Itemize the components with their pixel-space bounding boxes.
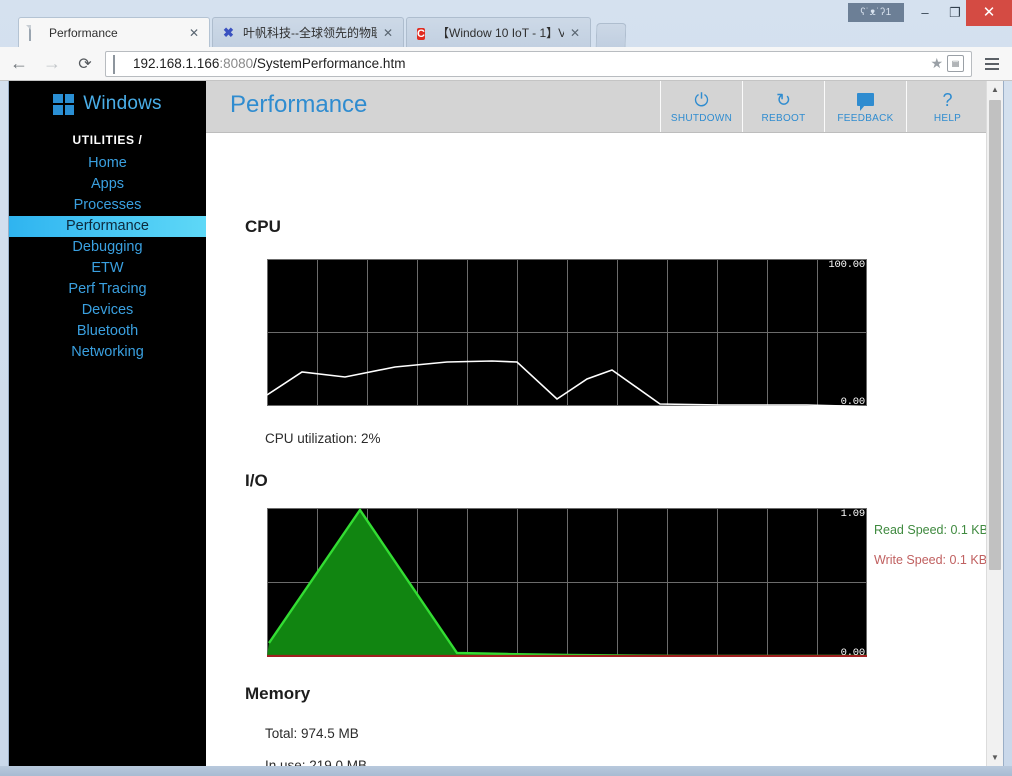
header-actions: ⏻ SHUTDOWN ↻ REBOOT FEEDBACK ? HELP bbox=[660, 81, 988, 132]
browser-menu-icon[interactable] bbox=[978, 50, 1006, 78]
tab-close-icon[interactable]: ✕ bbox=[187, 26, 201, 40]
tab-title: 叶帆科技--全球领先的物联 bbox=[243, 26, 377, 40]
browser-tab-performance[interactable]: Performance ✕ bbox=[18, 17, 210, 47]
reload-icon[interactable]: ⟳ bbox=[71, 50, 99, 78]
cpu-ymin-label: 0.00 bbox=[840, 396, 866, 408]
windows-brand: Windows bbox=[9, 93, 206, 115]
browser-toolbar: ← → ⟳ 192.168.1.166:8080/SystemPerforman… bbox=[0, 47, 1012, 81]
scrollable-content: CPU 100.00 0.00 CPU utilization: 2% I/O … bbox=[206, 133, 988, 766]
sidebar: Windows UTILITIES / Home Apps Processes … bbox=[9, 81, 206, 766]
x-site-icon: ✖ bbox=[223, 24, 234, 40]
io-ymin-label: 0.00 bbox=[840, 647, 866, 659]
memory-inuse-text: In use: 219.0 MB bbox=[265, 758, 368, 766]
content-pane: Performance ⏻ SHUTDOWN ↻ REBOOT FEEDBACK bbox=[206, 81, 988, 766]
sidebar-item-home[interactable]: Home bbox=[9, 153, 206, 174]
browser-window: ʕ˙ᴥ˙ʔ1 – ❐ ✕ Performance ✕ ✖ 叶帆科技--全球领先的… bbox=[0, 0, 1012, 776]
scrollbar-thumb[interactable] bbox=[989, 100, 1001, 570]
brand-label: Windows bbox=[83, 93, 162, 114]
tab-close-icon[interactable]: ✕ bbox=[568, 26, 582, 40]
windows-logo-icon bbox=[53, 93, 75, 115]
forward-icon[interactable]: → bbox=[38, 50, 66, 78]
shutdown-button[interactable]: ⏻ SHUTDOWN bbox=[660, 81, 742, 132]
memory-heading: Memory bbox=[245, 684, 311, 703]
io-read-legend: Read Speed: 0.1 KB bbox=[874, 523, 988, 537]
tab-title: Performance bbox=[49, 25, 118, 40]
cpu-chart-svg bbox=[267, 259, 867, 406]
browser-tab-yefan[interactable]: ✖ 叶帆科技--全球领先的物联 ✕ bbox=[212, 17, 404, 47]
page-title: Performance bbox=[230, 91, 368, 118]
cpu-chart: 100.00 0.00 bbox=[267, 259, 867, 408]
new-tab-button[interactable] bbox=[595, 23, 627, 48]
sidebar-nav-list: Home Apps Processes Performance Debuggin… bbox=[9, 153, 206, 363]
sidebar-item-apps[interactable]: Apps bbox=[9, 174, 206, 195]
sidebar-item-bluetooth[interactable]: Bluetooth bbox=[9, 321, 206, 342]
cpu-ymax-label: 100.00 bbox=[828, 259, 865, 271]
help-button[interactable]: ? HELP bbox=[906, 81, 988, 132]
browser-tab-win10iot[interactable]: C 【Window 10 IoT - 1】V ✕ bbox=[406, 17, 591, 47]
io-heading: I/O bbox=[245, 471, 268, 490]
page-viewport: Windows UTILITIES / Home Apps Processes … bbox=[8, 81, 1004, 766]
scroll-down-icon[interactable]: ▼ bbox=[987, 749, 1003, 766]
shutdown-label: SHUTDOWN bbox=[670, 112, 733, 124]
feedback-label: FEEDBACK bbox=[837, 112, 894, 124]
cpu-heading: CPU bbox=[245, 217, 281, 236]
document-icon bbox=[29, 24, 43, 41]
feedback-button[interactable]: FEEDBACK bbox=[824, 81, 906, 132]
help-label: HELP bbox=[933, 112, 962, 124]
c-site-icon: C bbox=[417, 27, 425, 40]
sidebar-item-processes[interactable]: Processes bbox=[9, 195, 206, 216]
reboot-label: REBOOT bbox=[761, 112, 806, 124]
io-chart-svg bbox=[267, 508, 867, 657]
refresh-icon: ↻ bbox=[775, 89, 792, 110]
power-icon: ⏻ bbox=[694, 89, 709, 110]
io-write-legend: Write Speed: 0.1 KB bbox=[874, 553, 988, 567]
sidebar-item-debugging[interactable]: Debugging bbox=[9, 237, 206, 258]
page-header: Performance ⏻ SHUTDOWN ↻ REBOOT FEEDBACK bbox=[206, 81, 988, 133]
bookmark-star-icon[interactable]: ★ bbox=[930, 55, 943, 72]
io-chart: 1.09 0.00 bbox=[267, 508, 867, 659]
sidebar-item-devices[interactable]: Devices bbox=[9, 300, 206, 321]
sidebar-item-etw[interactable]: ETW bbox=[9, 258, 206, 279]
tab-title: 【Window 10 IoT - 1】V bbox=[437, 26, 564, 40]
sidebar-section-label: UTILITIES / bbox=[72, 133, 143, 147]
question-mark-icon: ? bbox=[942, 89, 953, 110]
memory-total-text: Total: 974.5 MB bbox=[265, 726, 359, 741]
cpu-utilization-text: CPU utilization: 2% bbox=[265, 431, 381, 446]
window-bottom-frame bbox=[0, 766, 1012, 776]
sidebar-item-performance[interactable]: Performance bbox=[9, 216, 206, 237]
back-icon[interactable]: ← bbox=[5, 50, 33, 78]
speech-bubble-icon bbox=[857, 90, 874, 111]
page-scrollbar[interactable]: ▲ ▼ bbox=[986, 81, 1003, 766]
tab-strip: Performance ✕ ✖ 叶帆科技--全球领先的物联 ✕ C 【Windo… bbox=[0, 17, 1012, 48]
extension-icon[interactable]: ▤ bbox=[947, 55, 964, 72]
url-text: 192.168.1.166:8080/SystemPerformance.htm bbox=[133, 55, 406, 71]
address-bar[interactable]: 192.168.1.166:8080/SystemPerformance.htm… bbox=[105, 50, 972, 77]
scroll-up-icon[interactable]: ▲ bbox=[987, 81, 1003, 98]
sidebar-item-networking[interactable]: Networking bbox=[9, 342, 206, 363]
page-info-icon[interactable] bbox=[113, 55, 127, 74]
tab-close-icon[interactable]: ✕ bbox=[381, 26, 395, 40]
reboot-button[interactable]: ↻ REBOOT bbox=[742, 81, 824, 132]
io-ymax-label: 1.09 bbox=[840, 508, 866, 520]
sidebar-item-perf-tracing[interactable]: Perf Tracing bbox=[9, 279, 206, 300]
